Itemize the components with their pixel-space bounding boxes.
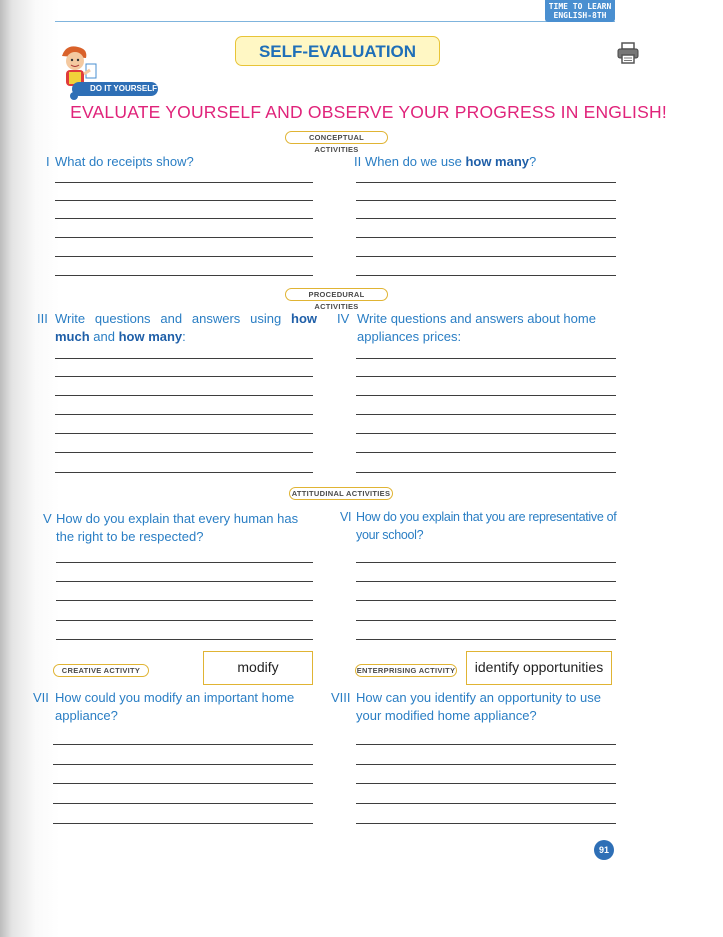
- answer-line[interactable]: [356, 256, 616, 257]
- question-5: V How do you explain that every human ha…: [43, 510, 318, 546]
- answer-line[interactable]: [55, 452, 313, 453]
- brand-line-2: ENGLISH-8TH: [553, 11, 607, 20]
- printer-icon[interactable]: [616, 42, 640, 64]
- page-number: 91: [594, 840, 614, 860]
- brand-label: TIME TO LEARN ENGLISH-8TH: [545, 0, 615, 22]
- answer-line[interactable]: [356, 639, 616, 640]
- answer-line[interactable]: [356, 562, 616, 563]
- headline: EVALUATE YOURSELF AND OBSERVE YOUR PROGR…: [70, 102, 667, 122]
- answer-line[interactable]: [356, 237, 616, 238]
- question-4: IV Write questions and answers about hom…: [337, 310, 617, 346]
- word-box-modify: modify: [203, 651, 313, 685]
- answer-line[interactable]: [356, 764, 616, 765]
- answer-line[interactable]: [356, 600, 616, 601]
- answer-line[interactable]: [356, 783, 616, 784]
- answer-line[interactable]: [55, 256, 313, 257]
- section-attitudinal: ATTITUDINAL ACTIVITIES: [289, 487, 393, 500]
- answer-line[interactable]: [55, 200, 313, 201]
- header-rule: [55, 21, 533, 22]
- question-6-number: VI: [340, 510, 352, 524]
- section-enterprising: ENTERPRISING ACTIVITY: [355, 664, 457, 677]
- answer-line[interactable]: [56, 620, 313, 621]
- question-6: VI How do you explain that you are repre…: [340, 508, 618, 544]
- answer-line[interactable]: [55, 433, 313, 434]
- page-title: SELF-EVALUATION: [235, 36, 440, 66]
- question-8: VIII How can you identify an opportunity…: [331, 689, 618, 725]
- question-4-text: Write questions and answers about home a…: [357, 311, 596, 344]
- question-7-number: VII: [33, 690, 49, 705]
- answer-line[interactable]: [55, 237, 313, 238]
- answer-line[interactable]: [356, 620, 616, 621]
- question-1-number: I: [46, 154, 50, 169]
- question-6-text: How do you explain that you are represen…: [356, 510, 617, 542]
- question-8-number: VIII: [331, 690, 351, 705]
- answer-line[interactable]: [55, 395, 313, 396]
- answer-line[interactable]: [356, 744, 616, 745]
- answer-line[interactable]: [356, 472, 616, 473]
- answer-line[interactable]: [55, 472, 313, 473]
- answer-line[interactable]: [55, 275, 313, 276]
- question-2-bold: how many: [465, 154, 530, 169]
- section-creative: CREATIVE ACTIVITY: [53, 664, 149, 677]
- answer-line[interactable]: [56, 581, 313, 582]
- question-7: VII How could you modify an important ho…: [33, 689, 317, 725]
- answer-line[interactable]: [53, 803, 313, 804]
- answer-line[interactable]: [53, 783, 313, 784]
- answer-line[interactable]: [356, 275, 616, 276]
- answer-line[interactable]: [356, 581, 616, 582]
- question-1-text: What do receipts show?: [55, 154, 194, 169]
- answer-line[interactable]: [53, 744, 313, 745]
- question-8-text: How can you identify an opportunity to u…: [356, 690, 601, 723]
- answer-line[interactable]: [356, 182, 616, 183]
- answer-line[interactable]: [56, 600, 313, 601]
- answer-line[interactable]: [356, 200, 616, 201]
- question-2-number: II: [354, 154, 362, 169]
- answer-line[interactable]: [55, 218, 313, 219]
- answer-line[interactable]: [356, 376, 616, 377]
- section-procedural: PROCEDURAL ACTIVITIES: [285, 288, 388, 311]
- question-1: I What do receipts show?: [46, 153, 315, 171]
- question-3-bold-2: how many: [118, 329, 183, 344]
- answer-line[interactable]: [55, 376, 313, 377]
- answer-line[interactable]: [356, 414, 616, 415]
- answer-line[interactable]: [356, 452, 616, 453]
- answer-line[interactable]: [56, 639, 313, 640]
- answer-line[interactable]: [356, 395, 616, 396]
- word-box-identify-opportunities: identify opportunities: [466, 651, 612, 685]
- answer-line[interactable]: [53, 764, 313, 765]
- question-5-number: V: [43, 511, 52, 526]
- question-3-text-mid: and: [89, 329, 119, 344]
- question-3-text-post: :: [182, 329, 186, 344]
- answer-line[interactable]: [356, 218, 616, 219]
- section-conceptual: CONCEPTUAL ACTIVITIES: [285, 131, 388, 154]
- answer-line[interactable]: [56, 562, 313, 563]
- question-3: III Write questions and answers using ho…: [37, 310, 317, 346]
- question-4-number: IV: [337, 311, 350, 326]
- answer-line[interactable]: [55, 358, 313, 359]
- question-2-text-post: ?: [529, 154, 537, 169]
- answer-line[interactable]: [356, 433, 616, 434]
- answer-line[interactable]: [356, 358, 616, 359]
- question-2: II When do we use how many?: [354, 153, 625, 171]
- question-3-number: III: [37, 311, 48, 326]
- question-7-text: How could you modify an important home a…: [55, 690, 295, 723]
- answer-line[interactable]: [53, 823, 313, 824]
- answer-line[interactable]: [356, 823, 616, 824]
- answer-line[interactable]: [55, 414, 313, 415]
- do-it-yourself-badge: DO IT YOURSELF: [72, 82, 158, 96]
- question-5-text: How do you explain that every human has …: [56, 511, 299, 544]
- question-3-text-pre: Write questions and answers using: [55, 311, 291, 326]
- answer-line[interactable]: [356, 803, 616, 804]
- question-2-text-pre: When do we use: [365, 154, 466, 169]
- answer-line[interactable]: [55, 182, 313, 183]
- brand-line-1: TIME TO LEARN: [548, 2, 612, 11]
